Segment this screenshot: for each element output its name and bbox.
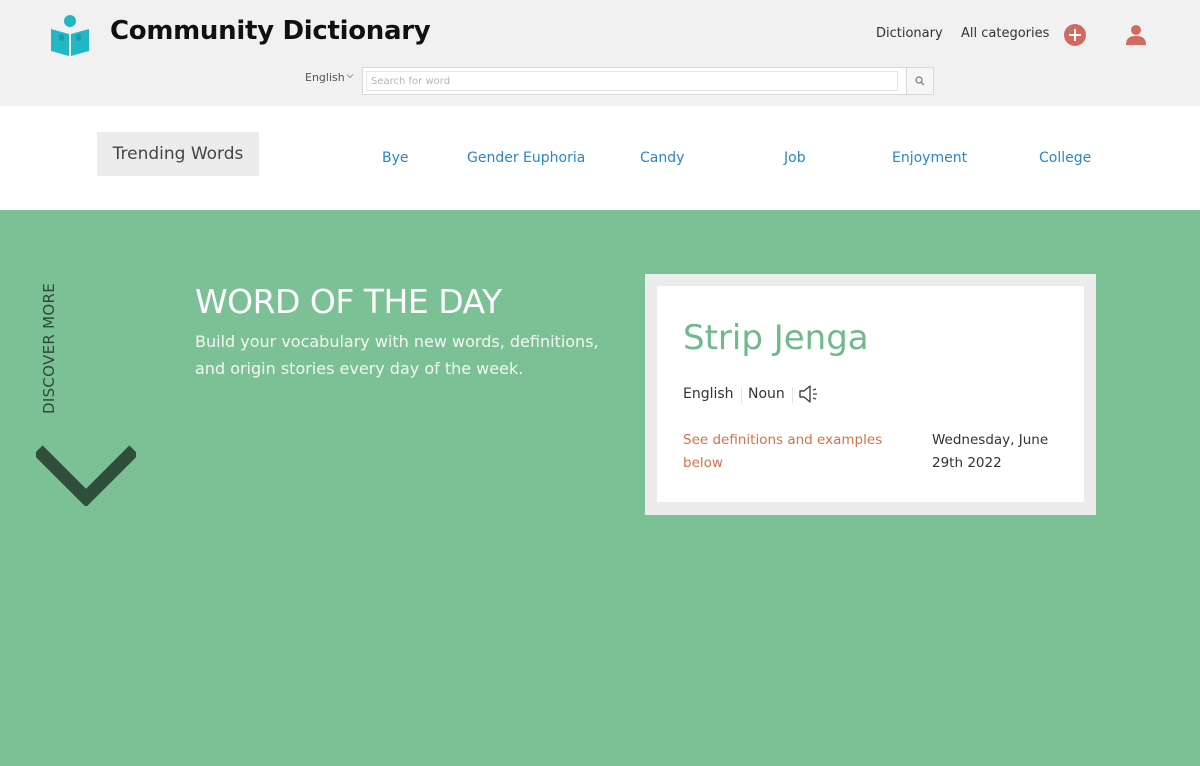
trending-words-bar: Trending Words Bye Gender Euphoria Candy…: [0, 106, 1200, 210]
trending-word-link[interactable]: Bye: [382, 150, 409, 166]
trending-word-link[interactable]: Enjoyment: [892, 150, 967, 166]
trending-word-link[interactable]: Candy: [640, 150, 684, 166]
word-language: English: [683, 386, 734, 402]
divider: [792, 387, 793, 403]
language-select[interactable]: English: [305, 71, 345, 84]
speaker-icon[interactable]: [798, 384, 820, 404]
part-of-speech: Noun: [748, 386, 785, 402]
reader-logo-icon[interactable]: [48, 14, 92, 58]
divider: [741, 387, 742, 403]
word-date: Wednesday, June 29th 2022: [932, 432, 1049, 471]
user-account-icon[interactable]: [1125, 24, 1147, 46]
site-header: Community Dictionary Dictionary All cate…: [0, 0, 1200, 106]
chevron-down-icon[interactable]: [346, 72, 354, 80]
discover-more-label[interactable]: DISCOVER MORE: [40, 264, 80, 414]
search-input[interactable]: [366, 71, 898, 91]
discover-more-text: DISCOVER MORE: [40, 283, 58, 414]
trending-word-link[interactable]: College: [1039, 150, 1091, 166]
word-of-the-day-description: Build your vocabulary with new words, de…: [195, 332, 599, 378]
chevron-down-icon[interactable]: [36, 442, 136, 506]
nav-categories-link[interactable]: All categories: [961, 26, 1049, 41]
trending-word-link[interactable]: Job: [784, 150, 806, 166]
word-of-the-day-heading: WORD OF THE DAY: [195, 282, 502, 321]
site-brand[interactable]: Community Dictionary: [110, 16, 431, 46]
see-definitions-link[interactable]: See definitions and examples below: [683, 429, 913, 475]
nav-dictionary-link[interactable]: Dictionary: [876, 26, 943, 41]
featured-word[interactable]: Strip Jenga: [683, 318, 869, 358]
search-icon: [915, 76, 925, 86]
search-button[interactable]: [906, 68, 933, 94]
add-word-button[interactable]: [1064, 24, 1086, 46]
trending-label: Trending Words: [97, 132, 259, 176]
trending-word-link[interactable]: Gender Euphoria: [467, 150, 585, 166]
